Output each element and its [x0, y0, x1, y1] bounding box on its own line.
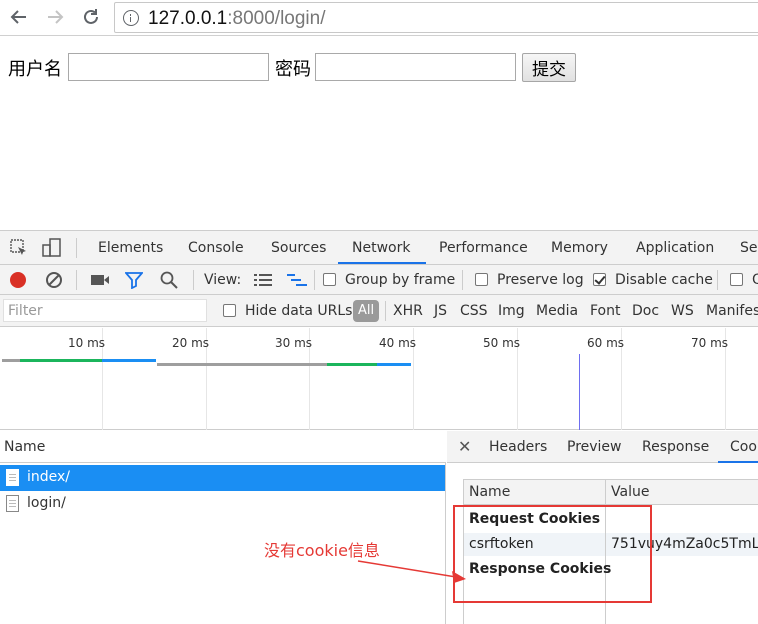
page-content: 用户名 密码 提交	[0, 37, 758, 230]
tab-memory[interactable]: Memory	[551, 240, 608, 256]
waterfall-bar	[377, 363, 411, 366]
timeline-label: 20 ms	[172, 336, 210, 350]
filter-type-css[interactable]: CSS	[460, 303, 488, 319]
column-value[interactable]: Value	[611, 484, 649, 500]
hide-data-urls-label: Hide data URLs	[245, 303, 353, 319]
tab-network[interactable]: Network	[352, 240, 410, 256]
tab-console[interactable]: Console	[188, 240, 244, 256]
request-row-index[interactable]: index/	[0, 465, 445, 491]
tab-response[interactable]: Response	[642, 439, 709, 455]
waterfall-bar	[2, 359, 20, 362]
tab-elements[interactable]: Elements	[98, 240, 163, 256]
filter-type-xhr[interactable]: XHR	[393, 303, 423, 319]
filter-type-ws[interactable]: WS	[671, 303, 694, 319]
search-icon[interactable]	[160, 271, 178, 293]
active-detail-tab-indicator	[718, 461, 758, 463]
waterfall-bar	[102, 359, 156, 362]
network-toolbar: View: Group by frame Preserve log Disabl…	[0, 265, 758, 295]
filter-type-media[interactable]: Media	[536, 303, 578, 319]
close-icon[interactable]: ✕	[458, 437, 471, 456]
load-event-line	[579, 354, 580, 430]
timeline-label: 30 ms	[275, 336, 313, 350]
camera-icon[interactable]	[90, 272, 110, 292]
filter-bar: Filter Hide data URLs All XHR JS CSS Img…	[0, 295, 758, 327]
filter-type-font[interactable]: Font	[590, 303, 620, 319]
large-rows-icon[interactable]	[254, 273, 272, 291]
detail-tab-strip: ✕ Headers Preview Response Coo	[447, 431, 758, 463]
preserve-log-checkbox[interactable]	[475, 273, 488, 286]
forward-arrow-icon	[48, 10, 64, 24]
timeline-label: 60 ms	[587, 336, 625, 350]
info-icon[interactable]	[123, 10, 139, 26]
tab-preview[interactable]: Preview	[567, 439, 622, 455]
timeline-label: 70 ms	[691, 336, 729, 350]
preserve-log-label: Preserve log	[497, 272, 584, 288]
filter-type-all[interactable]: All	[353, 300, 379, 322]
column-name[interactable]: Name	[469, 484, 510, 500]
hide-data-urls-checkbox[interactable]	[223, 304, 236, 317]
address-bar[interactable]: 127.0.0.1:8000/login/	[114, 2, 758, 33]
offline-label: O	[752, 272, 758, 288]
offline-checkbox[interactable]	[730, 273, 743, 286]
filter-type-manifest[interactable]: Manifes	[706, 303, 758, 319]
disable-cache-label: Disable cache	[615, 272, 713, 288]
waterfall-bar	[327, 363, 377, 366]
annotation-text: 没有cookie信息	[264, 541, 380, 560]
annotation-box	[453, 505, 652, 603]
request-name: login/	[27, 495, 66, 511]
back-arrow-icon	[10, 10, 26, 24]
timeline-label: 10 ms	[68, 336, 106, 350]
back-button[interactable]	[8, 6, 30, 28]
active-tab-indicator	[338, 262, 426, 264]
username-input[interactable]	[68, 53, 269, 81]
filter-input[interactable]: Filter	[3, 299, 207, 322]
record-icon[interactable]	[9, 271, 27, 293]
waterfall-icon[interactable]	[287, 273, 307, 291]
reload-button[interactable]	[80, 6, 102, 28]
group-by-frame-checkbox[interactable]	[323, 273, 336, 286]
device-toolbar-icon[interactable]	[42, 238, 62, 262]
requests-pane: Name index/ login/	[0, 431, 446, 624]
tab-headers[interactable]: Headers	[489, 439, 547, 455]
timeline-label: 50 ms	[483, 336, 521, 350]
tab-security[interactable]: Se	[740, 240, 758, 256]
document-icon	[6, 469, 19, 486]
filter-type-img[interactable]: Img	[498, 303, 525, 319]
tab-cookies[interactable]: Coo	[730, 439, 757, 455]
browser-toolbar: 127.0.0.1:8000/login/	[0, 0, 758, 36]
password-label: 密码	[275, 59, 311, 80]
username-label: 用户名	[8, 59, 62, 80]
filter-type-js[interactable]: JS	[434, 303, 447, 319]
request-name: index/	[27, 469, 71, 485]
reload-icon	[84, 9, 98, 24]
clear-icon[interactable]	[45, 271, 63, 293]
group-by-frame-label: Group by frame	[345, 272, 456, 288]
devtools-tab-strip: Elements Console Sources Network Perform…	[0, 231, 758, 265]
filter-type-doc[interactable]: Doc	[632, 303, 659, 319]
timeline-label: 40 ms	[379, 336, 417, 350]
disable-cache-checkbox[interactable]	[593, 273, 606, 286]
view-label: View:	[204, 272, 242, 288]
tab-performance[interactable]: Performance	[439, 240, 528, 256]
url-text: 127.0.0.1:8000/login/	[148, 8, 326, 29]
request-row-login[interactable]: login/	[0, 491, 445, 517]
submit-button[interactable]: 提交	[522, 53, 576, 82]
tab-sources[interactable]: Sources	[271, 240, 326, 256]
inspect-element-icon[interactable]	[10, 239, 28, 261]
cookies-table-header: Name Value	[464, 480, 758, 505]
tab-application[interactable]: Application	[636, 240, 714, 256]
password-input[interactable]	[315, 53, 516, 81]
forward-button[interactable]	[44, 6, 66, 28]
document-icon	[6, 495, 19, 512]
waterfall-bar	[157, 363, 327, 366]
filter-icon[interactable]	[124, 271, 144, 293]
timeline-overview[interactable]: 10 ms 20 ms 30 ms 40 ms 50 ms 60 ms 70 m…	[0, 328, 758, 430]
requests-header[interactable]: Name	[0, 431, 446, 463]
